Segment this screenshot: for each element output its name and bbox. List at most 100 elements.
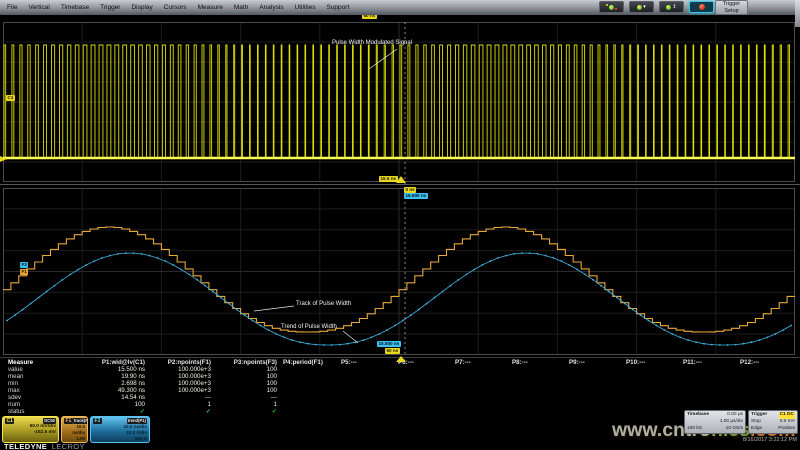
c1-zero-level-marker[interactable] [0, 156, 7, 162]
measure-column-header[interactable]: P12:--- [737, 359, 800, 366]
c1-trace-label-badge[interactable]: C1 [6, 95, 15, 101]
measure-value-cell [280, 380, 338, 387]
measure-value-cell [452, 373, 509, 380]
trigger-setup-label-2: Setup [724, 8, 738, 14]
menu-item-group: File Vertical Timebase Trigger Display Cursor… [7, 4, 349, 11]
logo-lecroy: LECROY [52, 442, 85, 450]
measure-value-cell [395, 373, 452, 380]
measure-value-cell [737, 387, 800, 394]
record-stop-icon [699, 4, 705, 10]
measure-row-label: value [0, 366, 48, 373]
f3-trace-label-badge[interactable]: F3 [20, 262, 28, 268]
f3-descriptor-box[interactable]: F3 trend(P1) 10.0 ns/div 10.0 #/div 500 … [90, 416, 150, 443]
measure-value-cell [509, 401, 566, 408]
toolbar-button-single[interactable]: ↥ [659, 1, 684, 13]
measure-value-cell [509, 387, 566, 394]
measure-row-label: sdev [0, 394, 48, 401]
f1-chip: F1 [64, 418, 73, 424]
measure-value-cell: 1 [148, 401, 214, 408]
measure-value-cell [680, 394, 737, 401]
f3-cursor-readout-badge[interactable]: 15.500 ns [404, 193, 428, 199]
measure-value-cell: 49.300 ns [48, 387, 148, 394]
measure-value-cell [338, 408, 395, 415]
step-icon: ↥ [672, 4, 676, 10]
measure-column-header[interactable]: P1:wid@lv(C1) [48, 359, 148, 366]
f3-cursor-readout-badge-bottom[interactable]: 15.500 ns [377, 341, 401, 347]
measure-value-cell [280, 373, 338, 380]
menu-item-support[interactable]: Support [326, 4, 349, 11]
measure-value-cell: 100.000e+3 [148, 387, 214, 394]
green-orb-icon [637, 5, 642, 10]
trigger-slope: Positive [778, 426, 795, 433]
measure-value-cell [680, 401, 737, 408]
toolbar-button-autosetup[interactable] [599, 1, 624, 13]
cursor-time-badge-bottom[interactable]: 60 ns [385, 348, 400, 354]
menu-item-math[interactable]: Math [234, 4, 248, 11]
measure-column-header[interactable]: P5:--- [338, 359, 395, 366]
measure-column-header[interactable]: P2:npoints(F1) [148, 359, 214, 366]
measure-value-cell [566, 380, 623, 387]
menu-item-trigger[interactable]: Trigger [100, 4, 120, 11]
trigger-source-chip: C1 DC [779, 412, 795, 419]
measure-value-cell [395, 408, 452, 415]
measure-value-cell [280, 394, 338, 401]
menu-item-file[interactable]: File [7, 4, 17, 11]
f1-descriptor-box[interactable]: F1 track(P1) 10.0 ns/div 1.00 µs/div [61, 416, 88, 443]
measure-value-cell [338, 401, 395, 408]
logo-teledyne: TELEDYNE [4, 442, 47, 450]
measure-value-cell [509, 366, 566, 373]
trigger-box[interactable]: Trigger C1 DC Stop 0.0 mV Edge Positive [748, 410, 798, 434]
measure-value-cell: 100 [48, 401, 148, 408]
measure-row-label: status [0, 408, 48, 415]
menu-item-analysis[interactable]: Analysis [259, 4, 283, 11]
menu-item-cursors[interactable]: Cursors [164, 4, 187, 11]
timebase-position: 0.00 µs [727, 412, 743, 419]
toolbar-button-arm[interactable]: ▾ [629, 1, 654, 13]
trigger-type: Edge [751, 426, 762, 433]
menu-item-display[interactable]: Display [131, 4, 152, 11]
measure-column-header[interactable]: P6:--- [395, 359, 452, 366]
yellow-dot-icon [606, 4, 608, 6]
menu-item-vertical[interactable]: Vertical [28, 4, 49, 11]
measure-value-cell [509, 380, 566, 387]
measure-value-cell [452, 380, 509, 387]
measure-column-header[interactable]: P4:period(F1) [280, 359, 338, 366]
menu-item-measure[interactable]: Measure [198, 4, 223, 11]
measure-value-cell [452, 408, 509, 415]
measure-value-cell [680, 387, 737, 394]
f-grid-svg [3, 188, 795, 355]
menu-item-utilities[interactable]: Utilities [295, 4, 316, 11]
measure-value-cell: 100 [214, 387, 280, 394]
menu-item-timebase[interactable]: Timebase [61, 4, 89, 11]
track-annotation: Track of Pulse Width [296, 301, 351, 307]
measure-row-label: mean [0, 373, 48, 380]
c1-descriptor-box[interactable]: C1 DC50 50.0 mV/div -152.5 mV [2, 416, 59, 443]
measure-value-cell [280, 401, 338, 408]
measure-value-cell [338, 387, 395, 394]
measure-value-cell [737, 401, 800, 408]
f1-trace-label-badge[interactable]: F1 [20, 269, 28, 275]
toolbar: ▾ ↥ [599, 1, 714, 13]
toolbar-button-stop[interactable] [689, 1, 714, 13]
measure-column-header[interactable]: P3:npoints(F3) [214, 359, 280, 366]
measure-value-cell [566, 387, 623, 394]
measure-value-cell [737, 366, 800, 373]
measure-column-header[interactable]: P8:--- [509, 359, 566, 366]
measure-column-header[interactable]: P9:--- [566, 359, 623, 366]
trigger-setup-button[interactable]: Trigger Setup [715, 0, 748, 15]
measure-value-cell [566, 366, 623, 373]
trigger-mode: Stop [751, 419, 761, 426]
green-orb-icon [609, 5, 614, 10]
measure-value-cell [395, 401, 452, 408]
measure-value-cell [623, 401, 680, 408]
timebase-box[interactable]: Timebase 0.00 µs 1.00 µs/div 100 kS 10 G… [684, 410, 746, 434]
measure-table: MeasureP1:wid@lv(C1)P2:npoints(F1)P3:npo… [0, 357, 800, 414]
measure-value-cell: 100 [214, 380, 280, 387]
measure-column-header[interactable]: P7:--- [452, 359, 509, 366]
measure-value-cell [280, 387, 338, 394]
measure-value-cell [280, 366, 338, 373]
measure-column-header[interactable]: P11:--- [680, 359, 737, 366]
measure-row-label: min [0, 380, 48, 387]
c1-cursor-readout-badge[interactable]: 15.5 ns [379, 176, 398, 182]
measure-column-header[interactable]: P10:--- [623, 359, 680, 366]
